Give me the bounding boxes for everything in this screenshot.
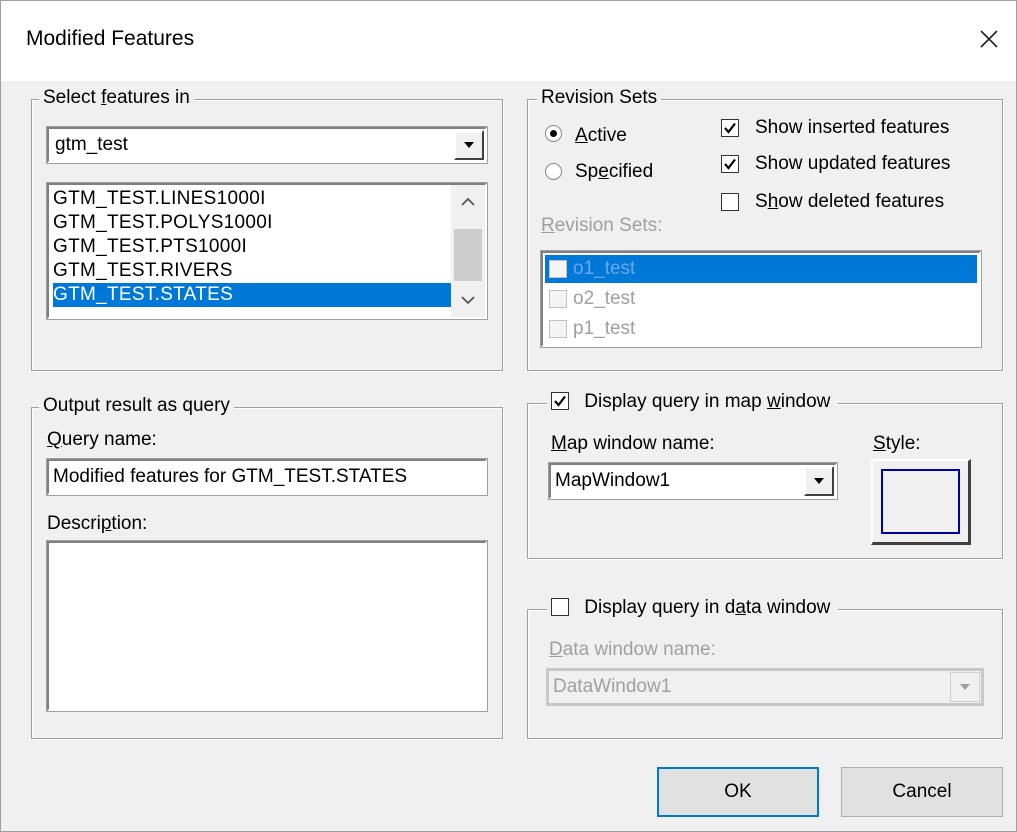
chevron-down-icon xyxy=(960,684,970,690)
query-name-input[interactable]: Modified features for GTM_TEST.STATES xyxy=(46,458,488,496)
query-name-value: Modified features for GTM_TEST.STATES xyxy=(53,466,408,487)
query-name-label: Query name: xyxy=(47,429,157,450)
chevron-down-icon xyxy=(464,142,474,148)
checkmark-icon xyxy=(724,158,736,170)
schema-combobox[interactable]: gtm_test xyxy=(46,126,488,164)
feature-class-list[interactable]: GTM_TEST.LINES1000I GTM_TEST.POLYS1000I GT… xyxy=(46,182,488,320)
window-title: Modified Features xyxy=(26,27,195,50)
chevron-down-icon xyxy=(814,478,824,484)
description-textarea[interactable] xyxy=(46,540,488,712)
specified-radio-label: Specified xyxy=(575,161,654,182)
map-window-name-label: Map window name: xyxy=(551,433,715,454)
data-window-dropdown-button[interactable] xyxy=(950,672,980,702)
feature-list-scrollbar[interactable] xyxy=(451,185,485,317)
map-window-dropdown-button[interactable] xyxy=(804,466,834,496)
map-window-combobox-value: MapWindow1 xyxy=(555,470,671,491)
display-data-window-checkbox[interactable] xyxy=(551,598,569,616)
list-item[interactable]: GTM_TEST.LINES1000I xyxy=(53,187,453,211)
data-window-combobox[interactable]: DataWindow1 xyxy=(546,668,984,706)
modified-features-dialog: Modified Features Select features in gtm… xyxy=(0,0,1017,832)
checkmark-icon xyxy=(724,122,736,134)
style-swatch xyxy=(881,469,960,534)
show-updated-checkbox[interactable] xyxy=(721,155,739,173)
data-window-legend: Display query in data window xyxy=(547,597,839,619)
scroll-down-icon xyxy=(461,296,475,305)
list-item[interactable]: GTM_TEST.RIVERS xyxy=(53,259,453,283)
display-map-window-checkbox[interactable] xyxy=(551,392,569,410)
list-item[interactable]: GTM_TEST.STATES xyxy=(53,283,453,307)
list-item[interactable]: GTM_TEST.POLYS1000I xyxy=(53,211,453,235)
revision-sets-legend: Revision Sets xyxy=(537,87,662,109)
revision-sets-list-label: Revision Sets: xyxy=(541,215,663,236)
schema-dropdown-button[interactable] xyxy=(454,130,484,160)
style-button[interactable] xyxy=(871,459,971,545)
revision-set-item[interactable]: o2_test xyxy=(545,285,977,313)
active-radio[interactable] xyxy=(545,125,562,142)
active-radio-label: Active xyxy=(575,125,627,146)
style-label: Style: xyxy=(873,433,921,454)
display-data-window-label: Display query in data window xyxy=(584,597,831,618)
checkmark-icon xyxy=(554,395,566,407)
description-label: Description: xyxy=(47,513,148,534)
revision-set-checkbox[interactable] xyxy=(549,290,567,308)
show-inserted-checkbox[interactable] xyxy=(721,119,739,137)
map-window-combobox[interactable]: MapWindow1 xyxy=(548,462,838,500)
revision-set-checkbox[interactable] xyxy=(549,260,567,278)
show-deleted-label: Show deleted features xyxy=(755,191,945,212)
scrollbar-thumb[interactable] xyxy=(454,229,482,281)
close-icon[interactable] xyxy=(969,19,1009,59)
map-window-legend: Display query in map window xyxy=(547,391,839,413)
select-features-legend: Select features in xyxy=(39,87,194,109)
show-deleted-checkbox[interactable] xyxy=(721,193,739,211)
revision-set-label: o2_test xyxy=(573,288,636,309)
title-bar: Modified Features xyxy=(1,1,1016,81)
display-map-window-label: Display query in map window xyxy=(584,391,831,412)
cancel-button[interactable]: Cancel xyxy=(841,767,1003,817)
list-item[interactable]: GTM_TEST.PTS1000I xyxy=(53,235,453,259)
revision-sets-list[interactable]: o1_test o2_test p1_test xyxy=(540,250,982,348)
schema-combobox-value: gtm_test xyxy=(55,134,128,155)
revision-set-item[interactable]: o1_test xyxy=(545,255,977,283)
scroll-up-icon xyxy=(461,197,475,206)
show-inserted-label: Show inserted features xyxy=(755,117,950,138)
revision-set-label: p1_test xyxy=(573,318,636,339)
show-updated-label: Show updated features xyxy=(755,153,951,174)
revision-set-label: o1_test xyxy=(573,258,636,279)
specified-radio[interactable] xyxy=(545,163,562,180)
revision-set-item[interactable]: p1_test xyxy=(545,315,977,343)
ok-button[interactable]: OK xyxy=(657,767,819,817)
data-window-combobox-value: DataWindow1 xyxy=(553,676,672,697)
revision-set-checkbox[interactable] xyxy=(549,320,567,338)
output-query-legend: Output result as query xyxy=(39,395,234,417)
data-window-name-label: Data window name: xyxy=(549,639,716,660)
